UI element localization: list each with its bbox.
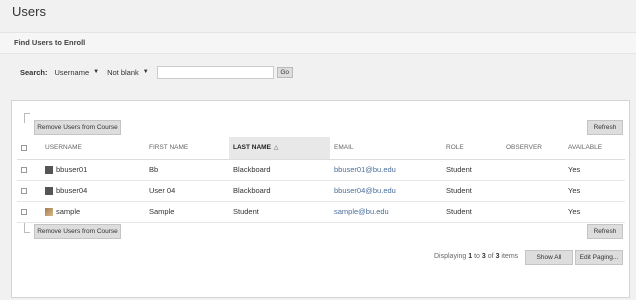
last-name-cell: Blackboard: [229, 159, 330, 181]
show-all-button[interactable]: Show All: [525, 250, 573, 265]
refresh-button-bottom[interactable]: Refresh: [587, 224, 623, 239]
first-name-cell: User 04: [145, 180, 229, 202]
action-arrow-down-icon: [24, 223, 30, 233]
avatar: [45, 208, 53, 216]
column-header-first-name[interactable]: FIRST NAME: [145, 137, 229, 160]
available-cell: Yes: [564, 201, 625, 223]
refresh-button-top[interactable]: Refresh: [587, 120, 623, 135]
email-link[interactable]: bbuser01@bu.edu: [330, 159, 442, 181]
row-select-cell: [17, 159, 41, 181]
row-select-cell: [17, 201, 41, 223]
username-cell[interactable]: bbuser01: [41, 159, 145, 181]
username-cell[interactable]: sample: [41, 201, 145, 223]
first-name-cell: Sample: [145, 201, 229, 223]
select-all-cell: [17, 137, 41, 160]
column-header-last-name-label: LAST NAME: [233, 144, 271, 152]
observer-cell: [502, 201, 564, 223]
remove-users-button-bottom[interactable]: Remove Users from Course: [34, 224, 121, 239]
search-field-select-value: Username: [54, 67, 90, 77]
find-users-title: Find Users to Enroll: [14, 38, 86, 47]
column-header-available[interactable]: AVAILABLE: [564, 137, 625, 160]
last-name-cell: Student: [229, 201, 330, 223]
select-all-checkbox[interactable]: [21, 144, 27, 151]
chevron-down-icon: ▼: [93, 69, 100, 75]
paging-from: 1: [468, 253, 473, 260]
paging-of-label: of: [487, 253, 494, 260]
search-operator-select[interactable]: Not blank ▼: [105, 66, 151, 78]
avatar: [45, 187, 53, 195]
column-header-username[interactable]: USERNAME: [41, 137, 145, 160]
edit-paging-button[interactable]: Edit Paging...: [575, 250, 623, 265]
column-header-last-name[interactable]: LAST NAME △: [229, 137, 330, 160]
users-panel: Remove Users from Course Refresh USERNAM…: [11, 100, 630, 298]
chevron-down-icon: ▼: [142, 69, 149, 75]
paging-displaying-label: Displaying: [434, 253, 467, 260]
page-title: Users: [12, 4, 46, 19]
go-button[interactable]: Go: [276, 66, 293, 78]
row-checkbox[interactable]: [21, 167, 27, 174]
search-field-select[interactable]: Username ▼: [53, 66, 102, 78]
find-users-header: Find Users to Enroll: [0, 32, 636, 54]
role-cell: Student: [442, 201, 502, 223]
username: sample: [56, 206, 81, 216]
row-checkbox[interactable]: [21, 209, 27, 216]
paging-total: 3: [495, 253, 500, 260]
role-cell: Student: [442, 159, 502, 181]
last-name-cell: Blackboard: [229, 180, 330, 202]
username: bbuser01: [56, 164, 88, 174]
search-row: Search: Username ▼ Not blank ▼ Go: [20, 65, 293, 79]
email-link[interactable]: sample@bu.edu: [330, 201, 442, 223]
table-row: bbuser01 Bb Blackboard bbuser01@bu.edu S…: [17, 159, 625, 181]
row-checkbox[interactable]: [21, 188, 27, 195]
observer-cell: [502, 180, 564, 202]
first-name-cell: Bb: [145, 159, 229, 181]
column-header-email[interactable]: EMAIL: [330, 137, 442, 160]
role-cell: Student: [442, 180, 502, 202]
observer-cell: [502, 159, 564, 181]
username: bbuser04: [56, 185, 88, 195]
table-header-row: USERNAME FIRST NAME LAST NAME △ EMAIL ROL…: [17, 137, 625, 160]
avatar: [45, 166, 53, 174]
paging-to: 3: [481, 253, 486, 260]
available-cell: Yes: [564, 180, 625, 202]
remove-users-button-top[interactable]: Remove Users from Course: [34, 120, 121, 135]
table-row: sample Sample Student sample@bu.edu Stud…: [17, 201, 625, 223]
username-cell[interactable]: bbuser04: [41, 180, 145, 202]
email-link[interactable]: bbuser04@bu.edu: [330, 180, 442, 202]
search-label: Search:: [20, 67, 48, 77]
available-cell: Yes: [564, 159, 625, 181]
table-row: bbuser04 User 04 Blackboard bbuser04@bu.…: [17, 180, 625, 202]
search-input[interactable]: [156, 65, 274, 79]
paging-summary: Displaying 1 to 3 of 3 items: [434, 253, 518, 260]
column-header-role[interactable]: ROLE: [442, 137, 502, 160]
action-arrow-up-icon: [24, 113, 30, 123]
users-table: USERNAME FIRST NAME LAST NAME △ EMAIL ROL…: [17, 137, 625, 223]
column-header-observer[interactable]: OBSERVER: [502, 137, 564, 160]
row-select-cell: [17, 180, 41, 202]
search-operator-select-value: Not blank: [107, 67, 139, 77]
paging-to-label: to: [474, 253, 480, 260]
sort-ascending-icon: △: [273, 145, 279, 152]
paging-items-label: items: [501, 253, 519, 260]
